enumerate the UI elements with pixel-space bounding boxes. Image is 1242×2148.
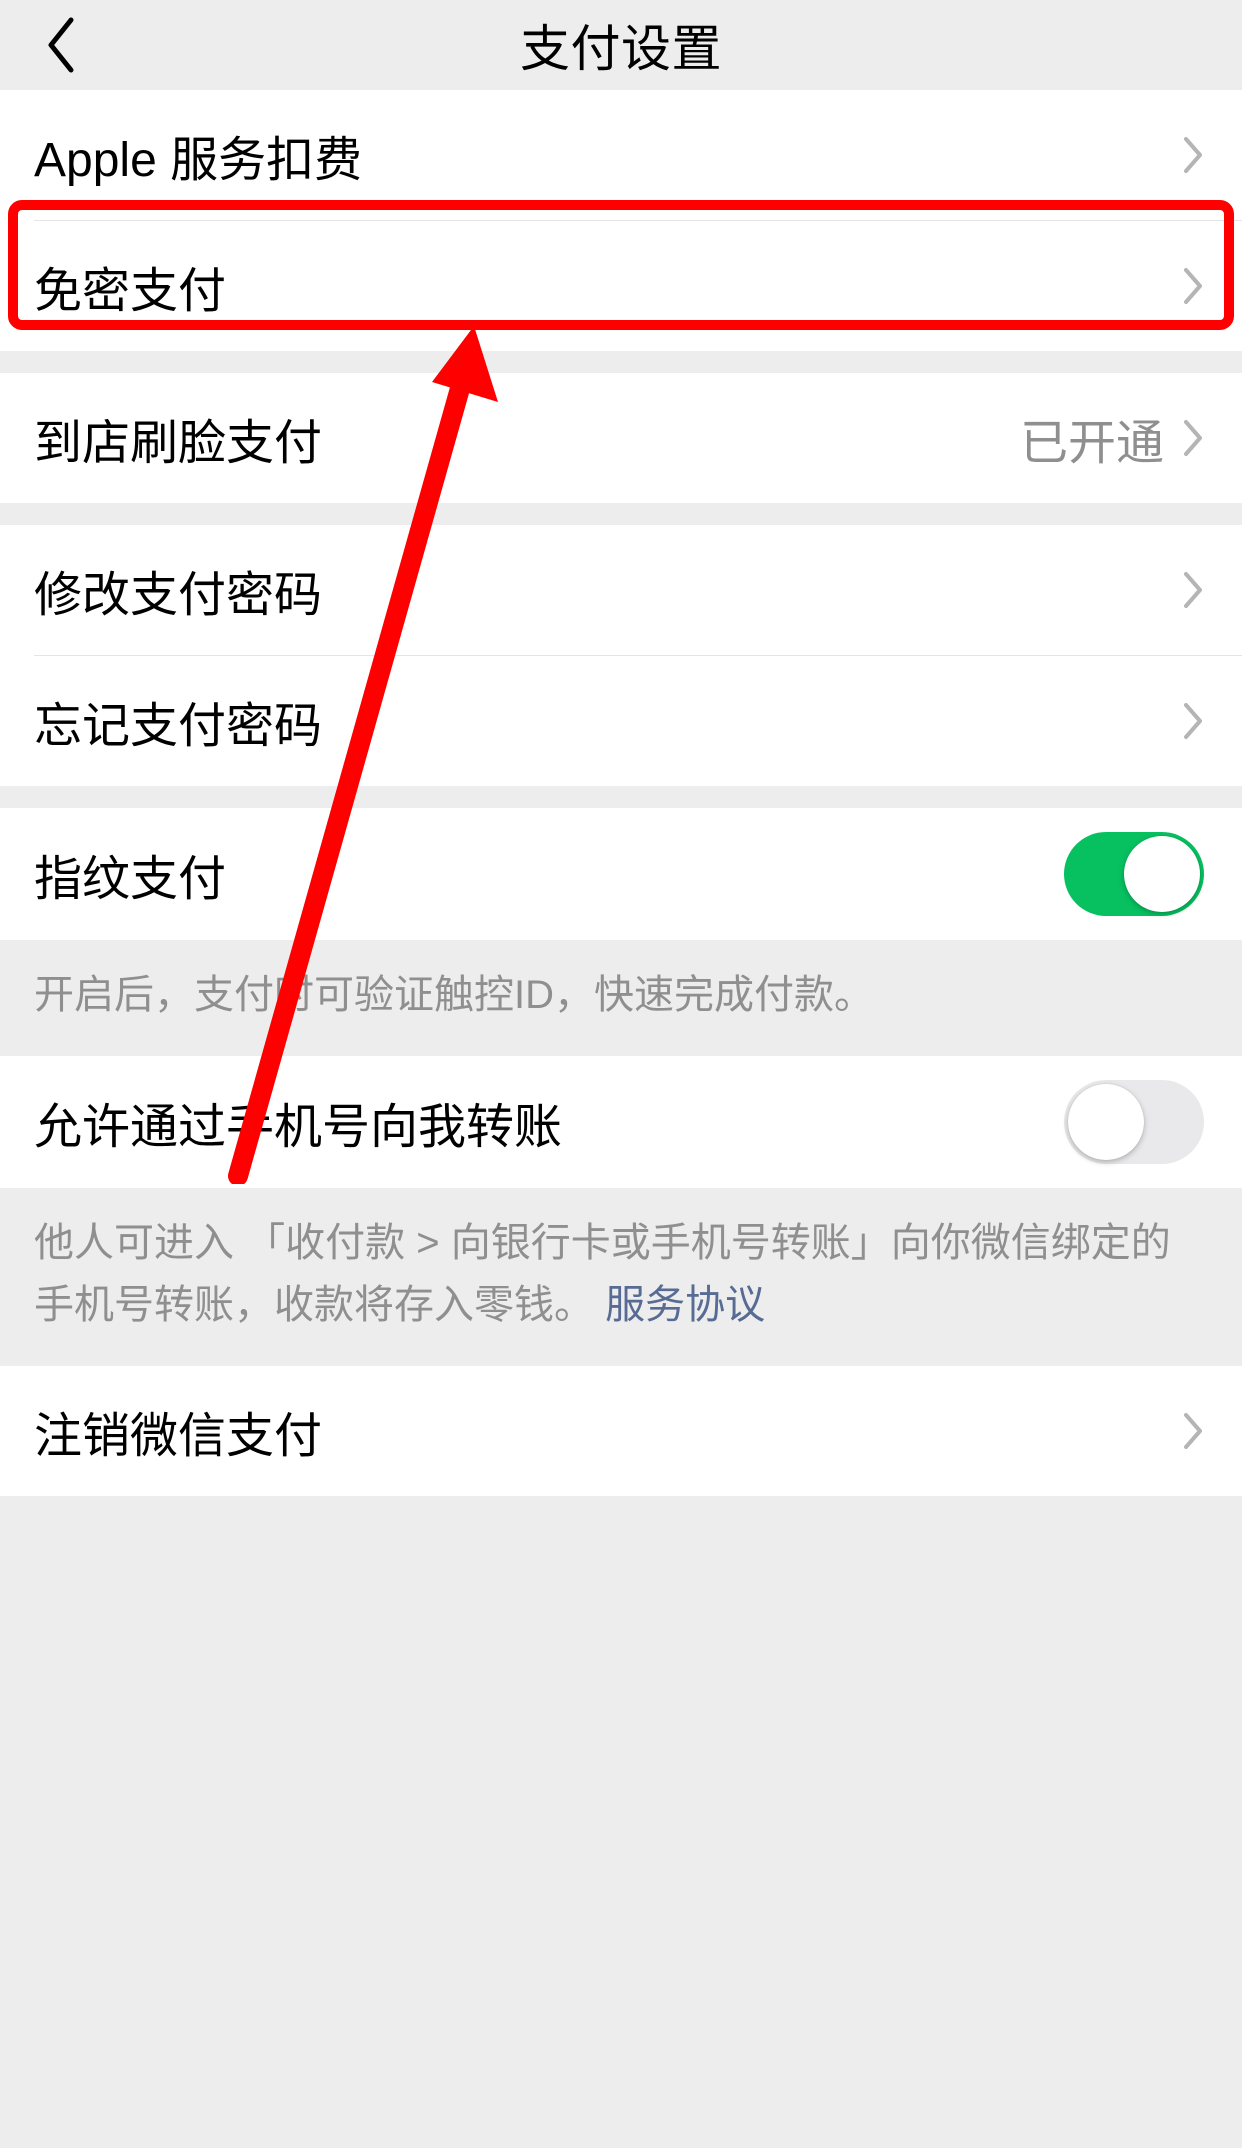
cell-deregister-wechat-pay[interactable]: 注销微信支付 [0,1366,1242,1496]
hint-fingerprint: 开启后，支付时可验证触控ID，快速完成付款。 [0,940,1242,1056]
cell-label: 注销微信支付 [34,1396,322,1466]
page-title: 支付设置 [0,9,1242,81]
cell-label: 忘记支付密码 [34,686,322,756]
chevron-right-icon [1182,1412,1204,1450]
chevron-right-icon [1182,136,1204,174]
header: 支付设置 [0,0,1242,90]
back-button[interactable] [20,0,100,90]
chevron-right-icon [1182,267,1204,305]
cell-allow-phone-transfer[interactable]: 允许通过手机号向我转账 [0,1056,1242,1188]
group-deregister: 注销微信支付 [0,1366,1242,1496]
group-fingerprint: 指纹支付 [0,808,1242,940]
cell-label: 指纹支付 [34,839,226,909]
cell-forgot-payment-password[interactable]: 忘记支付密码 [0,656,1242,786]
chevron-right-icon [1182,419,1204,457]
section-gap [0,503,1242,525]
cell-in-store-face-payment[interactable]: 到店刷脸支付 已开通 [0,373,1242,503]
toggle-phone-transfer[interactable] [1064,1080,1204,1164]
chevron-left-icon [43,16,77,74]
group-facepay: 到店刷脸支付 已开通 [0,373,1242,503]
group-phone-transfer: 允许通过手机号向我转账 [0,1056,1242,1188]
cell-fingerprint-payment[interactable]: 指纹支付 [0,808,1242,940]
cell-value: 已开通 [1020,403,1164,473]
section-gap [0,786,1242,808]
toggle-fingerprint[interactable] [1064,832,1204,916]
hint-text: 开启后，支付时可验证触控ID，快速完成付款。 [34,973,874,1017]
group-apple-nopwd: Apple 服务扣费 免密支付 [0,90,1242,351]
cell-change-payment-password[interactable]: 修改支付密码 [0,525,1242,655]
hint-text: 他人可进入 「收付款 > 向银行卡或手机号转账」向你微信绑定的手机号转账，收款将… [34,1221,1171,1327]
cell-label: 修改支付密码 [34,555,322,625]
cell-apple-service-deduction[interactable]: Apple 服务扣费 [0,90,1242,220]
chevron-right-icon [1182,571,1204,609]
hint-phone-transfer: 他人可进入 「收付款 > 向银行卡或手机号转账」向你微信绑定的手机号转账，收款将… [0,1188,1242,1366]
toggle-knob [1068,1084,1144,1160]
cell-label: 免密支付 [34,251,226,321]
cell-label: 到店刷脸支付 [34,403,322,473]
cell-password-free-payment[interactable]: 免密支付 [0,221,1242,351]
group-passwords: 修改支付密码 忘记支付密码 [0,525,1242,786]
cell-label: 允许通过手机号向我转账 [34,1087,562,1157]
toggle-knob [1124,836,1200,912]
chevron-right-icon [1182,702,1204,740]
cell-label: Apple 服务扣费 [34,120,362,190]
service-agreement-link[interactable]: 服务协议 [605,1283,765,1327]
section-gap [0,351,1242,373]
